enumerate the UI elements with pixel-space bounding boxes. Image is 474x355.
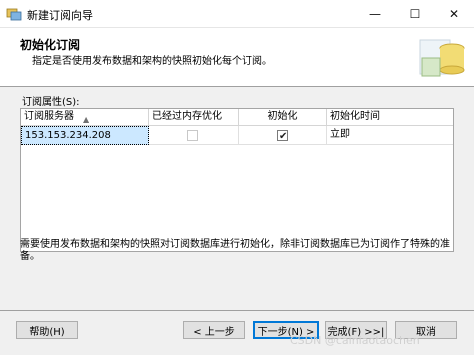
initialization-note: 需要使用发布数据和架构的快照对订阅数据库进行初始化，除非订阅数据库已为订阅作了特…: [20, 239, 450, 262]
watermark-text: CSDN @cainiaotaochen: [290, 334, 420, 347]
memory-optimized-checkbox: [187, 130, 198, 141]
maximize-button[interactable]: ☐: [395, 0, 435, 28]
back-button[interactable]: < 上一步: [183, 321, 245, 339]
close-button[interactable]: ✕: [434, 0, 474, 28]
initialize-cell[interactable]: ✔: [239, 126, 327, 145]
subscription-properties-grid[interactable]: 订阅服务器 ▲ 已经过内存优化 初始化 初始化时间 153.153.234.20…: [20, 108, 454, 252]
initialize-checkbox[interactable]: ✔: [277, 130, 288, 142]
column-header-memory-optimized[interactable]: 已经过内存优化: [149, 109, 239, 126]
init-time-cell[interactable]: 立即: [327, 126, 453, 145]
page-description: 指定是否使用发布数据和架构的快照初始化每个订阅。: [32, 56, 272, 67]
minimize-button[interactable]: —: [355, 0, 395, 28]
wizard-body: 订阅属性(S): 订阅服务器 ▲ 已经过内存优化 初始化 初始化时间 153.1…: [0, 87, 474, 355]
column-header-subscriber[interactable]: 订阅服务器 ▲: [21, 109, 149, 126]
grid-label: 订阅属性(S):: [22, 97, 80, 108]
grid-header-row: 订阅服务器 ▲ 已经过内存优化 初始化 初始化时间: [21, 109, 453, 126]
page-title: 初始化订阅: [20, 38, 81, 52]
column-header-initialize[interactable]: 初始化: [239, 109, 327, 126]
column-header-init-time[interactable]: 初始化时间: [327, 109, 453, 126]
window-title: 新建订阅向导: [27, 9, 93, 22]
checkmark-icon: ✔: [279, 131, 288, 142]
database-banner-icon: [419, 39, 465, 77]
memory-optimized-cell: [149, 126, 239, 145]
subscriber-cell[interactable]: 153.153.234.208: [21, 126, 149, 145]
help-button[interactable]: 帮助(H): [16, 321, 78, 339]
footer-divider: [0, 310, 474, 311]
title-bar: 新建订阅向导 — ☐ ✕: [0, 0, 474, 28]
table-row[interactable]: 153.153.234.208 ✔ 立即: [21, 126, 453, 145]
wizard-header: 初始化订阅 指定是否使用发布数据和架构的快照初始化每个订阅。: [0, 28, 474, 84]
wizard-app-icon: [6, 8, 22, 21]
